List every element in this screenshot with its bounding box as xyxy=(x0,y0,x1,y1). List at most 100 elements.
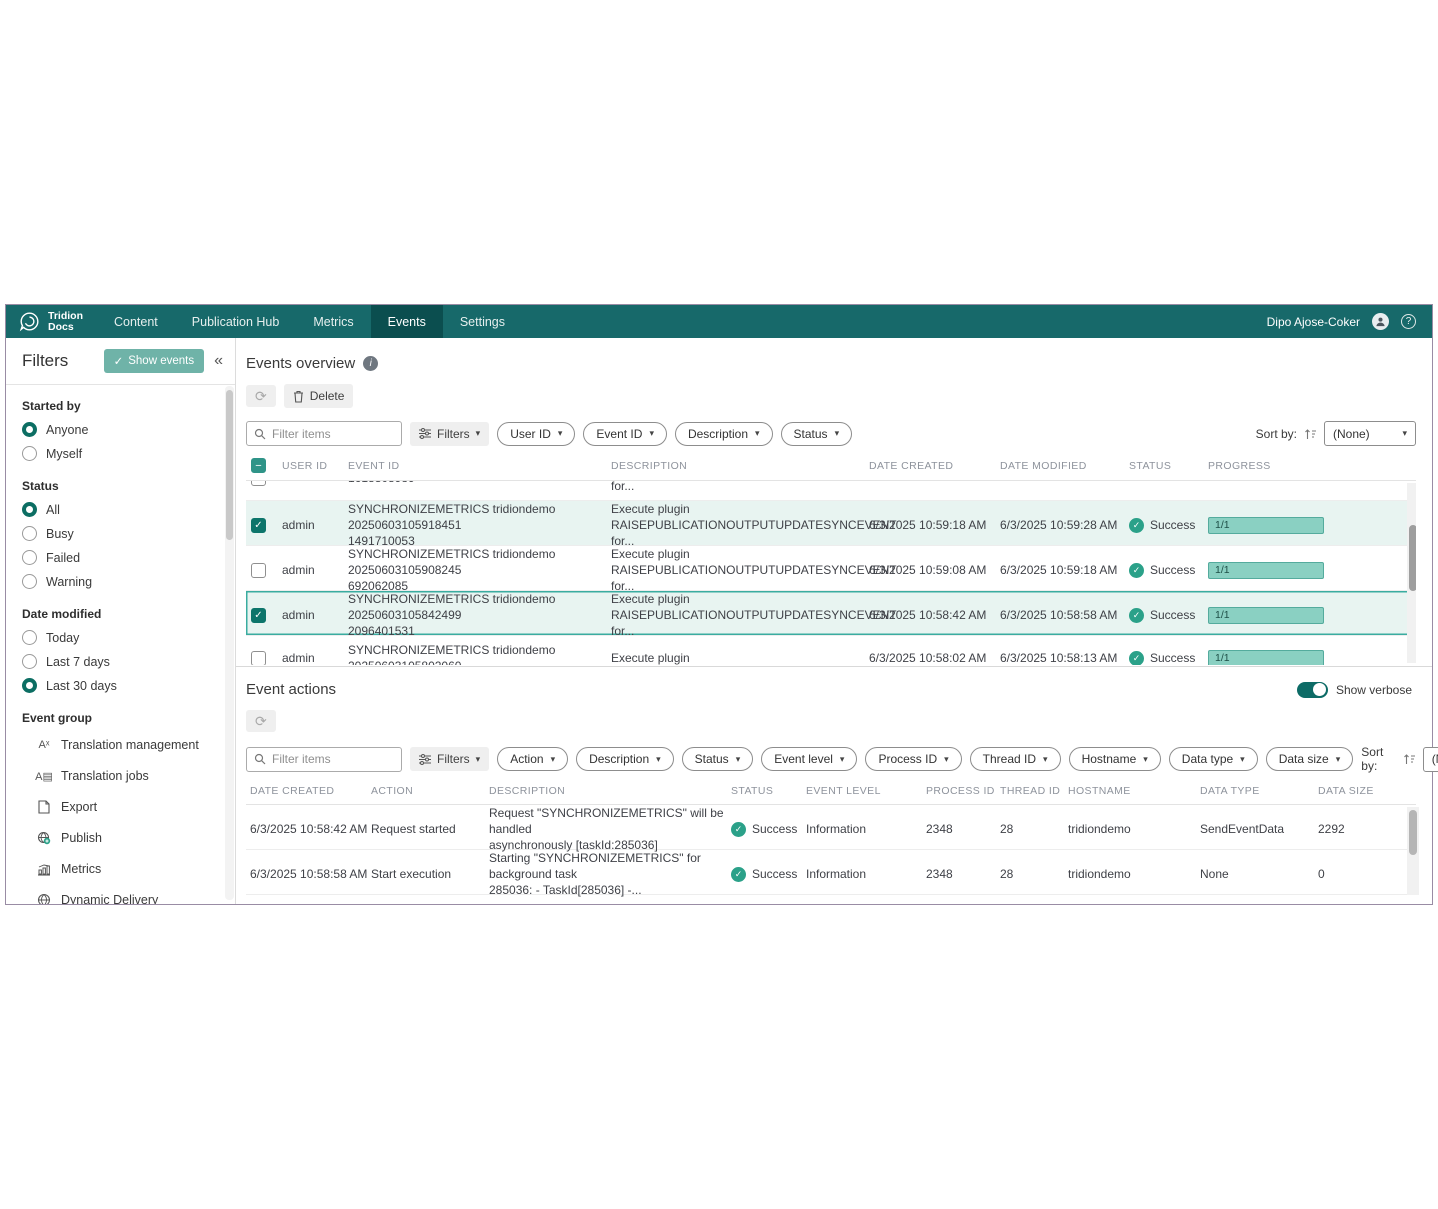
sidebar-item-translation-management[interactable]: Aˣ Translation management xyxy=(22,734,235,756)
actions-scrollbar[interactable] xyxy=(1407,807,1419,895)
actions-table-body: 6/3/2025 10:58:42 AM Request started Req… xyxy=(246,805,1416,895)
filter-pill-process-id[interactable]: Process ID▾ xyxy=(865,747,961,771)
row-checkbox[interactable] xyxy=(251,563,266,578)
app-window: TridionDocs Content Publication Hub Metr… xyxy=(5,304,1433,905)
radio-icon xyxy=(22,526,37,541)
filter-pill-data-type[interactable]: Data type▾ xyxy=(1169,747,1258,771)
filter-pill-event-level[interactable]: Event level▾ xyxy=(761,747,857,771)
translation-jobs-icon: A▤ xyxy=(36,770,52,783)
row-checkbox[interactable] xyxy=(251,481,266,486)
radio-option-failed[interactable]: Failed xyxy=(22,550,235,565)
actions-filter-input[interactable] xyxy=(272,752,394,766)
filter-pill-action[interactable]: Action▾ xyxy=(497,747,568,771)
table-row[interactable]: 6/3/2025 10:58:58 AM Start execution Sta… xyxy=(246,850,1416,895)
radio-option-busy[interactable]: Busy xyxy=(22,526,235,541)
radio-option-anyone[interactable]: Anyone xyxy=(22,422,235,437)
actions-filters-button[interactable]: Filters ▾ xyxy=(410,747,489,771)
info-icon[interactable]: i xyxy=(363,356,378,371)
select-all-checkbox[interactable]: − xyxy=(251,458,266,473)
radio-option-last-7-days[interactable]: Last 7 days xyxy=(22,654,235,669)
refresh-button[interactable]: ⟳ xyxy=(246,385,276,407)
actions-refresh-button[interactable]: ⟳ xyxy=(246,710,276,732)
radio-option-last-30-days[interactable]: Last 30 days xyxy=(22,678,235,693)
chevron-down-icon: ▾ xyxy=(649,428,654,439)
radio-option-today[interactable]: Today xyxy=(22,630,235,645)
radio-option-myself[interactable]: Myself xyxy=(22,446,235,461)
overview-filters-button[interactable]: Filters ▾ xyxy=(410,422,489,446)
filter-sliders-icon xyxy=(419,428,431,439)
user-avatar-icon[interactable] xyxy=(1372,313,1389,330)
delete-button[interactable]: Delete xyxy=(284,384,354,408)
filter-pill-hostname[interactable]: Hostname▾ xyxy=(1069,747,1161,771)
table-row[interactable]: 1618808989 RAISEPUBLICATIONOUTPUTUPDATES… xyxy=(246,481,1416,501)
group-label-started-by: Started by xyxy=(22,399,235,413)
sort-order-icon[interactable] xyxy=(1304,428,1317,440)
collapse-sidebar-icon[interactable]: « xyxy=(214,352,223,370)
chevron-down-icon: ▾ xyxy=(476,754,481,765)
nav-item-events[interactable]: Events xyxy=(371,305,443,338)
nav-item-metrics[interactable]: Metrics xyxy=(296,305,370,338)
status-badge: ✓Success xyxy=(1129,651,1208,666)
sidebar-item-label: Metrics xyxy=(61,862,101,876)
filter-pill-description[interactable]: Description▾ xyxy=(576,747,674,771)
chevron-down-icon: ▾ xyxy=(476,428,481,439)
table-row[interactable]: admin SYNCHRONIZEMETRICS tridiondemo 202… xyxy=(246,546,1416,591)
row-checkbox[interactable]: ✓ xyxy=(251,518,266,533)
scrollbar-thumb[interactable] xyxy=(1409,525,1416,591)
filter-pill-event-id[interactable]: Event ID▾ xyxy=(583,422,667,446)
sidebar-item-export[interactable]: Export xyxy=(22,796,235,818)
column-header: DESCRIPTION xyxy=(489,785,731,797)
column-header: ACTION xyxy=(371,785,489,797)
overview-table-header: − USER ID EVENT ID DESCRIPTION DATE CREA… xyxy=(246,458,1416,481)
chevron-down-icon: ▾ xyxy=(1043,754,1048,765)
column-header: EVENT LEVEL xyxy=(806,785,926,797)
row-checkbox[interactable] xyxy=(251,651,266,666)
column-header: DESCRIPTION xyxy=(611,460,869,472)
column-header: THREAD ID xyxy=(1000,785,1068,797)
sort-order-icon[interactable] xyxy=(1403,753,1416,765)
overview-filter-input[interactable] xyxy=(272,427,394,441)
overview-search-box xyxy=(246,421,402,446)
sort-by-label: Sort by: xyxy=(1361,745,1395,773)
status-badge: ✓Success xyxy=(731,822,806,837)
nav-item-settings[interactable]: Settings xyxy=(443,305,522,338)
sidebar-item-metrics[interactable]: Metrics xyxy=(22,858,235,880)
sidebar-item-label: Publish xyxy=(61,831,102,845)
actions-sort-select[interactable]: (None)▾ xyxy=(1423,747,1438,772)
overview-scrollbar[interactable] xyxy=(1407,483,1416,663)
column-header: STATUS xyxy=(731,785,806,797)
sidebar-item-translation-jobs[interactable]: A▤ Translation jobs xyxy=(22,765,235,787)
status-badge: ✓Success xyxy=(1129,518,1208,533)
radio-option-warning[interactable]: Warning xyxy=(22,574,235,589)
nav-item-publication-hub[interactable]: Publication Hub xyxy=(175,305,297,338)
column-header: PROGRESS xyxy=(1208,460,1416,472)
sidebar-item-dynamic-delivery[interactable]: Dynamic Delivery xyxy=(22,889,235,904)
sidebar-item-publish[interactable]: Publish xyxy=(22,827,235,849)
scrollbar-thumb[interactable] xyxy=(1409,810,1417,855)
help-icon[interactable]: ? xyxy=(1401,314,1416,329)
filter-pill-description[interactable]: Description▾ xyxy=(675,422,773,446)
sidebar-scrollbar[interactable] xyxy=(225,386,234,900)
nav-item-content[interactable]: Content xyxy=(97,305,175,338)
radio-option-all[interactable]: All xyxy=(22,502,235,517)
filter-pill-user-id[interactable]: User ID▾ xyxy=(497,422,575,446)
show-verbose-toggle[interactable] xyxy=(1297,682,1328,698)
radio-icon xyxy=(22,678,37,693)
table-row[interactable]: ✓ admin SYNCHRONIZEMETRICS tridiondemo 2… xyxy=(246,591,1416,636)
table-row[interactable]: 6/3/2025 10:58:42 AM Request started Req… xyxy=(246,805,1416,850)
table-row[interactable]: admin SYNCHRONIZEMETRICS tridiondemo 202… xyxy=(246,636,1416,665)
filter-pill-data-size[interactable]: Data size▾ xyxy=(1266,747,1354,771)
events-overview-title: Events overview xyxy=(246,355,355,372)
scrollbar-thumb[interactable] xyxy=(226,390,233,540)
filter-pill-status[interactable]: Status▾ xyxy=(781,422,853,446)
show-events-button[interactable]: ✓ Show events xyxy=(104,349,205,373)
chevron-down-icon: ▾ xyxy=(736,754,741,765)
group-label-date-modified: Date modified xyxy=(22,607,235,621)
row-checkbox[interactable]: ✓ xyxy=(251,608,266,623)
table-row[interactable]: ✓ admin SYNCHRONIZEMETRICS tridiondemo 2… xyxy=(246,501,1416,546)
overview-sort-select[interactable]: (None)▾ xyxy=(1324,421,1416,446)
filter-pill-thread-id[interactable]: Thread ID▾ xyxy=(970,747,1061,771)
filter-pill-status[interactable]: Status▾ xyxy=(682,747,754,771)
brand-logo[interactable]: TridionDocs xyxy=(6,305,97,338)
column-header: USER ID xyxy=(282,460,348,472)
